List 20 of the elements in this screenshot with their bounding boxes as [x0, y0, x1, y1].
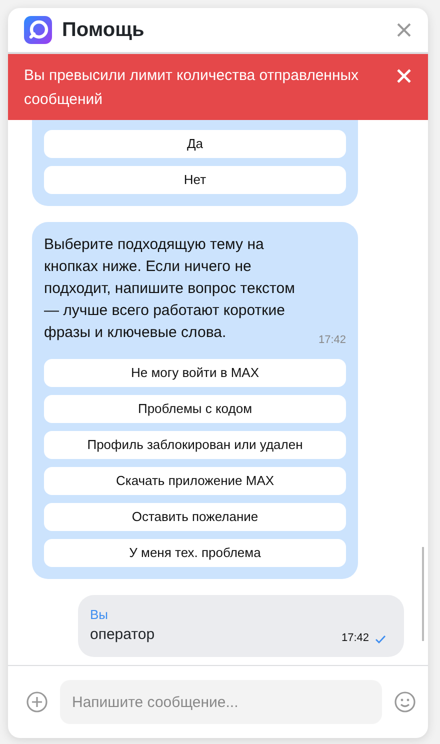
author-name: Вы: [90, 606, 110, 624]
message-text: оператор: [90, 625, 156, 645]
reply-button[interactable]: Скачать приложение MAX: [44, 466, 346, 494]
message-input[interactable]: Напишите сообщение...: [60, 680, 382, 724]
reply-button[interactable]: Да: [44, 130, 346, 158]
reply-button[interactable]: Профиль заблокирован или удален: [44, 430, 346, 458]
reply-button[interactable]: Проблемы с кодом: [44, 394, 346, 422]
reply-button[interactable]: Оставить пожелание: [44, 502, 346, 530]
close-button[interactable]: [396, 22, 412, 38]
reply-button[interactable]: Не могу войти в MAX: [44, 358, 346, 386]
dialog-title: Помощь: [62, 18, 146, 42]
alert-message: Вы превысили лимит количества отправленных сообщений: [24, 66, 360, 110]
app-logo-icon: [24, 16, 52, 44]
message-time: 17:42: [341, 631, 369, 646]
message-text: Выберите подходящую тему на кнопках ниже. Если ничего не подходит, напишите вопрос текстом — лучше всего работают короткие фразы и ключевые слова.: [44, 235, 296, 343]
reply-button[interactable]: У меня тех. проблема: [44, 538, 346, 566]
message-time: 17:42: [318, 333, 346, 348]
emoji-icon[interactable]: [394, 691, 416, 713]
add-icon[interactable]: [26, 691, 48, 713]
reply-button[interactable]: Нет: [44, 166, 346, 194]
